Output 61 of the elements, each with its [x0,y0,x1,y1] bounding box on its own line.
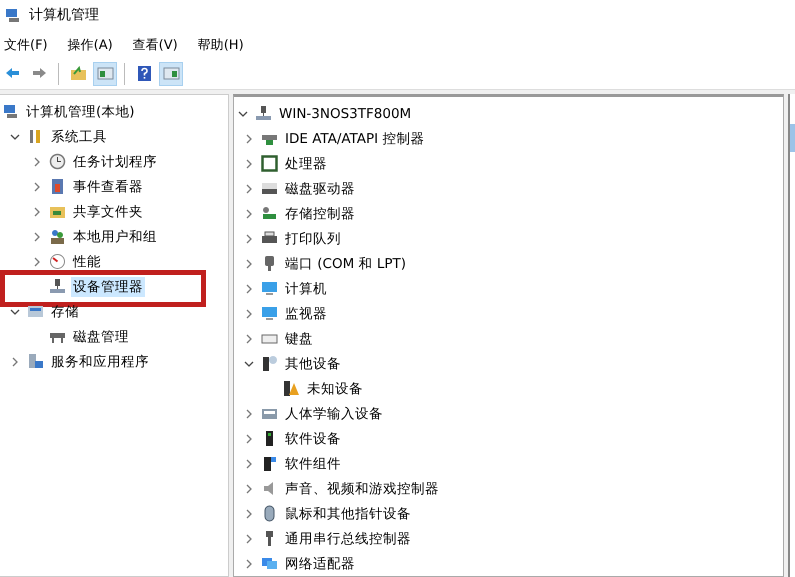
tree-item[interactable]: 系统工具 [49,126,109,146]
help-icon [136,65,152,82]
tree-item[interactable]: 其他设备 [283,354,343,374]
tree-item[interactable]: 本地用户和组 [71,226,159,246]
tree-item[interactable]: 鼠标和其他指针设备 [283,504,413,524]
tree-item[interactable]: WIN-3NOS3TF800M [277,104,414,122]
tree-item[interactable]: 网络适配器 [283,554,357,574]
tree-item[interactable]: 打印队列 [283,228,343,248]
menu-item[interactable]: 操作(A) [68,36,113,54]
computer-icon [4,6,21,24]
monitor-icon [261,305,278,322]
storage-controller-icon [261,205,278,222]
monitor-icon [261,280,278,297]
tree-item[interactable]: IDE ATA/ATAPI 控制器 [283,128,426,148]
tree-item[interactable]: 磁盘管理 [71,326,131,346]
menu-item[interactable]: 查看(V) [132,36,178,54]
warning-device-icon [283,380,300,397]
tree-item[interactable]: 声音、视频和游戏控制器 [283,478,441,498]
action-pane-header [790,124,795,152]
network-icon [261,555,278,572]
tree-item[interactable]: 共享文件夹 [71,202,145,222]
tree-item[interactable]: 未知设备 [305,378,365,398]
device-manager-icon [255,105,272,122]
tree-item[interactable]: 监视器 [283,304,329,324]
gauge-icon [49,253,66,270]
tree-item[interactable]: 软件设备 [283,428,343,448]
drive-icon [261,180,278,197]
tree-item[interactable]: 端口 (COM 和 LPT) [283,254,408,274]
folder-icon [70,65,86,82]
tree-item[interactable]: 磁盘驱动器 [283,178,357,198]
pane-icon [96,65,114,82]
tree-item[interactable]: 任务计划程序 [71,152,159,172]
chip-icon [261,155,278,172]
tree-item[interactable]: 计算机 [283,278,329,298]
tree-item[interactable]: 设备管理器 [71,276,145,296]
tree-item[interactable]: 通用串行总线控制器 [283,528,413,548]
tree-item[interactable]: 键盘 [283,328,315,348]
computer-icon [2,103,19,120]
clock-icon [49,153,66,170]
component-icon [261,455,278,472]
users-icon [49,228,66,245]
tree-item[interactable]: 计算机管理(本地) [24,102,137,122]
storage-icon [27,303,44,320]
services-icon [27,353,44,370]
tree-item[interactable]: 处理器 [283,154,329,174]
toolbar-button[interactable] [159,62,183,86]
tree-item[interactable]: 人体学输入设备 [283,404,385,424]
event-log-icon [49,178,66,195]
menu-item[interactable]: 帮助(H) [198,36,244,54]
tree-item[interactable]: 存储控制器 [283,204,357,224]
tree-item[interactable]: 性能 [71,252,103,272]
tree-item[interactable]: 存储 [49,302,81,322]
tree-item[interactable]: 软件组件 [283,454,343,474]
tree-item[interactable]: 服务和应用程序 [49,352,151,372]
tree-item[interactable]: 事件查看器 [71,176,145,196]
window-title: 计算机管理 [29,6,99,24]
menu-item[interactable]: 文件(F) [4,36,48,54]
toolbar-button[interactable] [93,62,117,86]
pane-icon [162,65,180,82]
device-question-icon [261,355,278,372]
device-manager-icon [49,278,66,295]
